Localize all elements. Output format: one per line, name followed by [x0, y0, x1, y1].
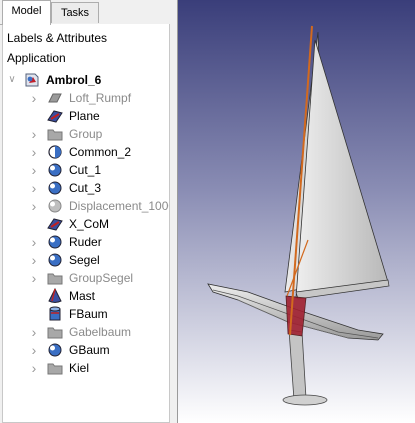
cut-icon — [48, 199, 62, 213]
plane-icon — [47, 110, 63, 123]
chevron-right-icon[interactable]: › — [28, 125, 40, 143]
cut-icon — [48, 163, 62, 177]
tree-item-cut-3[interactable]: › Cut_3 — [3, 179, 169, 197]
tree-item-group[interactable]: › Group — [3, 125, 169, 143]
chevron-right-icon[interactable]: › — [28, 143, 40, 161]
tree-item-segel[interactable]: › Segel — [3, 251, 169, 269]
chevron-right-icon[interactable]: › — [28, 323, 40, 341]
chevron-right-icon[interactable]: › — [28, 251, 40, 269]
tree-item-gbaum[interactable]: › GBaum — [3, 341, 169, 359]
tree-root-label: Ambrol_6 — [46, 73, 102, 87]
tree-application-label: Application — [7, 51, 66, 65]
tree-item-label: Segel — [69, 253, 100, 267]
tree-item-label: Displacement_1000 — [69, 199, 170, 213]
model-tree[interactable]: Labels & Attributes Application ∨ Ambrol… — [2, 24, 170, 423]
common-icon — [48, 145, 62, 159]
tree-item-label: Ruder — [69, 235, 102, 249]
tree-column-header: Labels & Attributes — [7, 31, 108, 45]
3d-scene — [178, 0, 415, 423]
tree-item-loft-rumpf[interactable]: › Loft_Rumpf — [3, 89, 169, 107]
keel-bulb — [282, 394, 328, 406]
3d-view[interactable] — [178, 0, 415, 423]
tree-item-label: Kiel — [69, 361, 90, 375]
plane-icon — [47, 218, 63, 231]
cut-icon — [48, 235, 62, 249]
tree-item-plane[interactable]: Plane — [3, 107, 169, 125]
loft-icon — [48, 93, 62, 103]
cylinder-icon — [49, 306, 61, 321]
tree-item-label: Mast — [69, 289, 96, 303]
chevron-right-icon[interactable]: › — [28, 197, 40, 215]
tree-item-ruder[interactable]: › Ruder — [3, 233, 169, 251]
chevron-right-icon[interactable]: › — [28, 233, 40, 251]
tree-item-displacement-1000[interactable]: › Displacement_1000 — [3, 197, 169, 215]
tree-item-label: Cut_1 — [69, 163, 102, 177]
tree-item-label: Group — [69, 127, 103, 141]
tab-model[interactable]: Model — [2, 0, 51, 25]
tree-item-fbaum[interactable]: FBaum — [3, 305, 169, 323]
combo-view-panel: Model Tasks Labels & Attributes Applicat… — [0, 0, 178, 423]
tree-item-groupsegel[interactable]: › GroupSegel — [3, 269, 169, 287]
tree-item-cut-1[interactable]: › Cut_1 — [3, 161, 169, 179]
chevron-right-icon[interactable]: › — [28, 269, 40, 287]
tree-item-label: Loft_Rumpf — [69, 91, 132, 105]
chevron-right-icon[interactable]: › — [28, 179, 40, 197]
tree-item-label: Cut_3 — [69, 181, 102, 195]
panel-tabbar: Model Tasks — [0, 0, 178, 25]
tree-item-label: Plane — [69, 109, 100, 123]
chevron-right-icon[interactable]: › — [28, 341, 40, 359]
folder-icon — [47, 273, 63, 285]
tree-item-kiel[interactable]: › Kiel — [3, 359, 169, 377]
tree-item-label: Common_2 — [69, 145, 132, 159]
tree-item-label: GroupSegel — [69, 271, 134, 285]
cut-icon — [48, 343, 62, 357]
document-icon — [25, 73, 39, 87]
chevron-right-icon[interactable]: › — [28, 161, 40, 179]
tree-root-row[interactable]: ∨ Ambrol_6 — [3, 71, 169, 89]
chevron-down-icon[interactable]: ∨ — [6, 71, 18, 89]
cut-icon — [48, 181, 62, 195]
folder-icon — [47, 129, 63, 141]
tree-item-label: X_CoM — [69, 217, 110, 231]
folder-icon — [47, 363, 63, 375]
tab-tasks[interactable]: Tasks — [51, 2, 99, 23]
tree-item-label: Gabelbaum — [69, 325, 132, 339]
chevron-right-icon[interactable]: › — [28, 359, 40, 377]
folder-icon — [47, 327, 63, 339]
tree-item-common-2[interactable]: › Common_2 — [3, 143, 169, 161]
tree-item-label: GBaum — [69, 343, 110, 357]
cut-icon — [48, 253, 62, 267]
tree-item-label: FBaum — [69, 307, 108, 321]
tree-item-x-com[interactable]: X_CoM — [3, 215, 169, 233]
tree-item-mast[interactable]: Mast — [3, 287, 169, 305]
tree-item-gabelbaum[interactable]: › Gabelbaum — [3, 323, 169, 341]
chevron-right-icon[interactable]: › — [28, 89, 40, 107]
cone-icon — [48, 288, 62, 303]
